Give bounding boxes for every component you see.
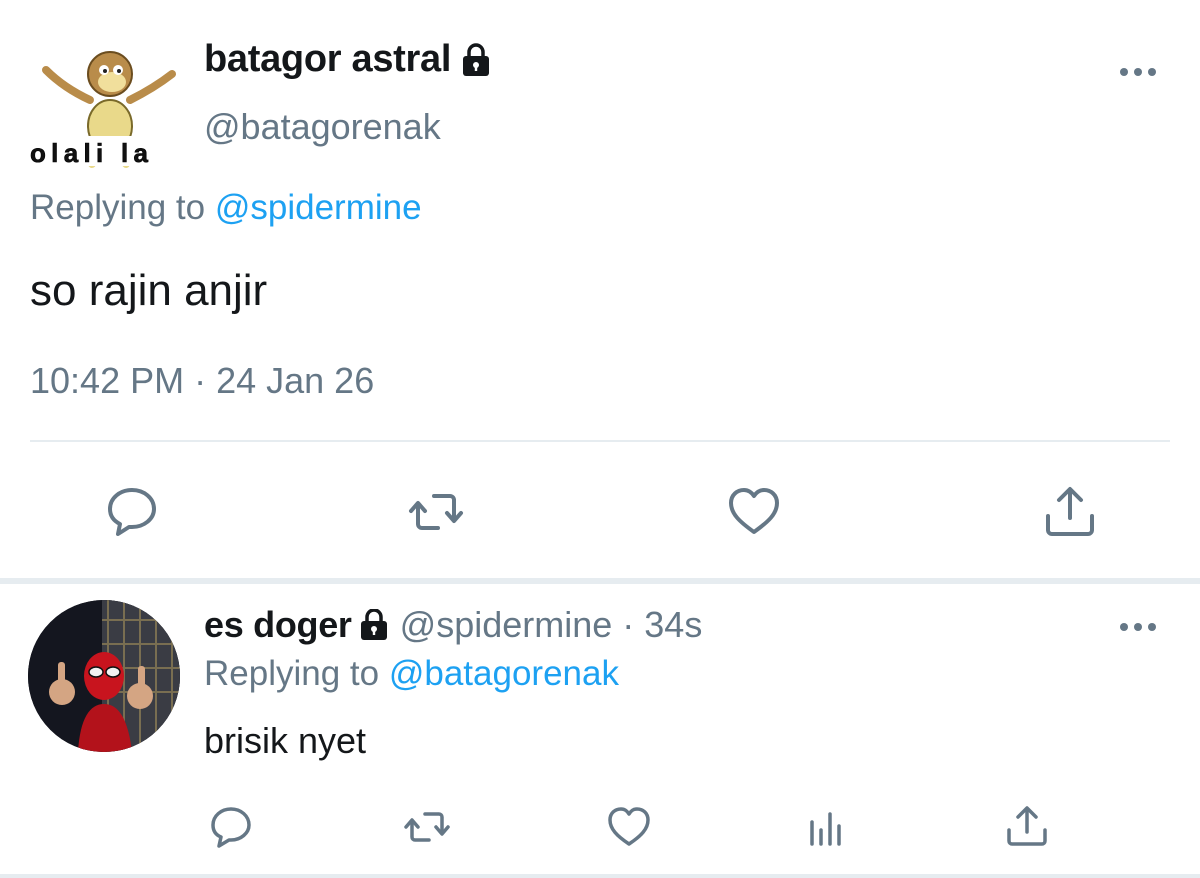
tweet-text: brisik nyet bbox=[204, 720, 367, 761]
replying-to-label: Replying to bbox=[30, 188, 206, 227]
reply-icon[interactable] bbox=[104, 484, 160, 540]
share-icon[interactable] bbox=[1042, 484, 1098, 540]
display-name-text[interactable]: batagor astral bbox=[204, 38, 451, 81]
replying-to-link[interactable]: @batagorenak bbox=[389, 654, 619, 693]
time-ago[interactable]: 34s bbox=[644, 604, 702, 646]
user-handle[interactable]: @batagorenak bbox=[204, 106, 441, 148]
lock-icon bbox=[461, 42, 491, 77]
user-handle[interactable]: @spidermine bbox=[400, 604, 613, 646]
more-options-icon[interactable] bbox=[1116, 616, 1160, 638]
like-icon[interactable] bbox=[726, 484, 782, 540]
avatar[interactable] bbox=[28, 600, 180, 752]
avatar[interactable]: olali la bbox=[28, 30, 188, 170]
display-name[interactable]: es doger bbox=[204, 604, 352, 646]
timestamp[interactable]: 10:42 PM · 24 Jan 26 bbox=[30, 360, 374, 402]
meta-separator: · bbox=[622, 604, 635, 645]
replying-to-link[interactable]: @spidermine bbox=[215, 188, 422, 227]
more-options-icon[interactable] bbox=[1116, 60, 1160, 84]
replying-to: Replying to @spidermine bbox=[30, 188, 422, 228]
thread-separator bbox=[0, 578, 1200, 584]
retweet-icon[interactable] bbox=[404, 804, 450, 850]
tweet-text: so rajin anjir bbox=[30, 266, 268, 315]
reply-icon[interactable] bbox=[208, 804, 254, 850]
display-name[interactable]: batagor astral bbox=[204, 38, 491, 81]
retweet-icon[interactable] bbox=[408, 484, 464, 540]
divider bbox=[0, 874, 1200, 878]
lock-icon bbox=[360, 609, 388, 641]
share-icon[interactable] bbox=[1004, 804, 1050, 850]
analytics-icon[interactable] bbox=[804, 804, 850, 850]
replying-to: Replying to @batagorenak bbox=[204, 654, 619, 694]
replying-to-label: Replying to bbox=[204, 654, 380, 693]
divider bbox=[30, 440, 1170, 442]
reply-header: es doger @spidermine · 34s bbox=[204, 604, 702, 646]
like-icon[interactable] bbox=[606, 804, 652, 850]
